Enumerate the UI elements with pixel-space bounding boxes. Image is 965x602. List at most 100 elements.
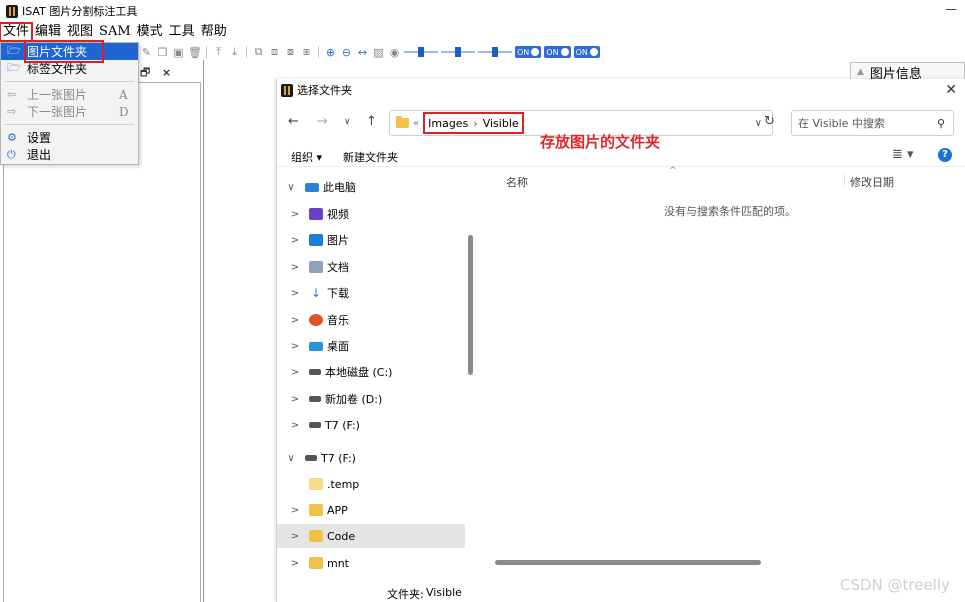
tree-item-label: 图片	[327, 234, 349, 247]
nav-pane-scrollbar[interactable]	[468, 235, 473, 375]
menu-help[interactable]: 帮助	[198, 23, 230, 41]
tree-item[interactable]: > 文档	[277, 255, 465, 279]
zoom-out-icon[interactable]: ⊖	[340, 46, 353, 59]
tree-item[interactable]: > APP	[277, 498, 465, 522]
expand-chevron-icon[interactable]: >	[289, 209, 301, 220]
menu-view[interactable]: 视图	[64, 23, 96, 41]
help-button[interactable]: ?	[938, 148, 952, 162]
organize-button[interactable]: 组织 ▾	[291, 149, 322, 165]
address-dropdown-icon[interactable]: ∨	[755, 118, 762, 129]
save-icon[interactable]: ▣	[172, 46, 185, 59]
column-header-name[interactable]: 名称	[506, 174, 528, 190]
tree-item[interactable]: > 视频	[277, 202, 465, 226]
tree-item[interactable]: ∨ 此电脑	[277, 175, 465, 199]
tree-item[interactable]: > 音乐	[277, 308, 465, 332]
image-icon[interactable]: ▨	[372, 46, 385, 59]
vertex-size-slider[interactable]	[441, 46, 475, 58]
toggle-switch[interactable]: ON	[515, 46, 542, 58]
minimize-button[interactable]: —	[945, 2, 957, 16]
menu-item-next-image[interactable]: ⇨ 下一张图片 D	[1, 103, 138, 120]
tree-item[interactable]: > 图片	[277, 228, 465, 252]
column-header-date[interactable]: 修改日期	[850, 174, 894, 190]
tree-item[interactable]: > Code	[277, 524, 465, 548]
view-options-icon[interactable]: ≣ ▾	[892, 147, 914, 162]
tree-item-label: 本地磁盘 (C:)	[325, 366, 393, 379]
expand-chevron-icon[interactable]: >	[289, 288, 301, 299]
search-icon[interactable]: ⚲	[937, 117, 945, 130]
expand-chevron-icon[interactable]: >	[289, 235, 301, 246]
tree-item[interactable]: > T7 (F:)	[277, 413, 465, 437]
line-width-slider[interactable]	[478, 46, 512, 58]
breadcrumb-visible[interactable]: Visible	[483, 117, 519, 130]
menu-item-image-folder[interactable]: 🗁 图片文件夹	[1, 40, 138, 63]
disk-icon	[309, 422, 321, 428]
forward-arrow-icon[interactable]: →	[317, 114, 328, 129]
tree-item[interactable]: > ↓ 下载	[277, 281, 465, 305]
polygon-icon[interactable]: ⧉	[252, 45, 265, 59]
dialog-close-button[interactable]: ✕	[945, 82, 957, 98]
expand-chevron-icon[interactable]: ∨	[285, 182, 297, 193]
expand-chevron-icon[interactable]: >	[289, 531, 301, 542]
subtract-icon[interactable]: ⧇	[284, 45, 297, 59]
menu-item-label-folder[interactable]: 🗁 标签文件夹	[1, 60, 138, 77]
tree-item-label: APP	[327, 503, 348, 517]
menu-item-settings[interactable]: ⚙ 设置	[1, 129, 138, 146]
breadcrumb-overflow[interactable]: «	[413, 118, 419, 129]
menu-item-prev-image[interactable]: ⇦ 上一张图片 A	[1, 86, 138, 103]
tree-item[interactable]: > 桌面	[277, 334, 465, 358]
menu-edit[interactable]: 编辑	[32, 23, 64, 41]
expand-chevron-icon[interactable]: >	[289, 394, 301, 405]
menu-sam[interactable]: SAM	[96, 23, 134, 41]
zoom-in-icon[interactable]: ⊕	[324, 46, 337, 59]
app-logo-icon	[6, 4, 18, 18]
refresh-icon[interactable]: ↻	[764, 114, 775, 129]
union-icon[interactable]: ⧈	[268, 45, 281, 59]
menu-divider	[5, 124, 134, 125]
up-arrow-icon[interactable]: ↑	[366, 114, 377, 129]
column-divider[interactable]	[844, 173, 845, 187]
edit-icon[interactable]: ✎	[140, 46, 153, 59]
expand-chevron-icon[interactable]: >	[289, 558, 301, 569]
expand-chevron-icon[interactable]: >	[289, 367, 301, 378]
opacity-slider[interactable]	[404, 46, 438, 58]
move-top-icon[interactable]: ⤒	[212, 45, 225, 59]
tree-item[interactable]: .temp	[277, 472, 465, 496]
next-arrow-icon: ⇨	[7, 105, 17, 118]
menu-item-exit[interactable]: ⏻ 退出	[1, 146, 138, 163]
menu-file[interactable]: 文件	[0, 22, 34, 42]
expand-chevron-icon[interactable]: >	[289, 341, 301, 352]
menu-mode[interactable]: 模式	[134, 23, 166, 41]
delete-icon[interactable]: 🗑	[188, 46, 202, 59]
tree-item[interactable]: ∨ T7 (F:)	[277, 446, 465, 470]
prev-arrow-icon: ⇦	[7, 88, 17, 101]
expand-chevron-icon[interactable]: >	[289, 262, 301, 273]
history-chevron-icon[interactable]: ∨	[344, 117, 351, 127]
intersect-icon[interactable]: ⧆	[300, 45, 313, 59]
collapse-caret-icon[interactable]: ▲	[857, 67, 864, 77]
float-icon[interactable]: 🗗	[140, 66, 150, 79]
move-bottom-icon[interactable]: ⤓	[228, 45, 241, 59]
expand-chevron-icon[interactable]: ∨	[285, 453, 297, 464]
tree-item[interactable]: > 本地磁盘 (C:)	[277, 360, 465, 384]
back-arrow-icon[interactable]: ←	[288, 114, 299, 129]
eye-icon[interactable]: ◉	[388, 46, 401, 59]
copy-icon[interactable]: ❐	[156, 46, 169, 59]
menu-tools[interactable]: 工具	[166, 23, 198, 41]
tree-item[interactable]: > 新加卷 (D:)	[277, 387, 465, 411]
folder-field-label: 文件夹:	[387, 588, 424, 601]
breadcrumb-images[interactable]: Images	[428, 117, 468, 130]
tree-item[interactable]: > mnt	[277, 551, 465, 575]
horizontal-scrollbar[interactable]	[495, 560, 761, 565]
fit-window-icon[interactable]: ↔	[356, 46, 369, 59]
expand-chevron-icon[interactable]: >	[289, 420, 301, 431]
toggle-switch[interactable]: ON	[544, 46, 571, 58]
close-icon[interactable]: ×	[162, 66, 171, 79]
file-content-area[interactable]: ^ 名称 修改日期 没有与搜索条件匹配的项。	[481, 166, 965, 571]
expand-chevron-icon[interactable]: >	[289, 315, 301, 326]
search-input[interactable]: 在 Visible 中搜索 ⚲	[791, 110, 954, 136]
expand-chevron-icon[interactable]: >	[289, 505, 301, 516]
toggle-switch[interactable]: ON	[573, 46, 600, 58]
folder-field-input[interactable]: Visible	[426, 586, 462, 599]
new-folder-button[interactable]: 新建文件夹	[343, 149, 398, 165]
tree-item-label: 新加卷 (D:)	[325, 393, 383, 406]
